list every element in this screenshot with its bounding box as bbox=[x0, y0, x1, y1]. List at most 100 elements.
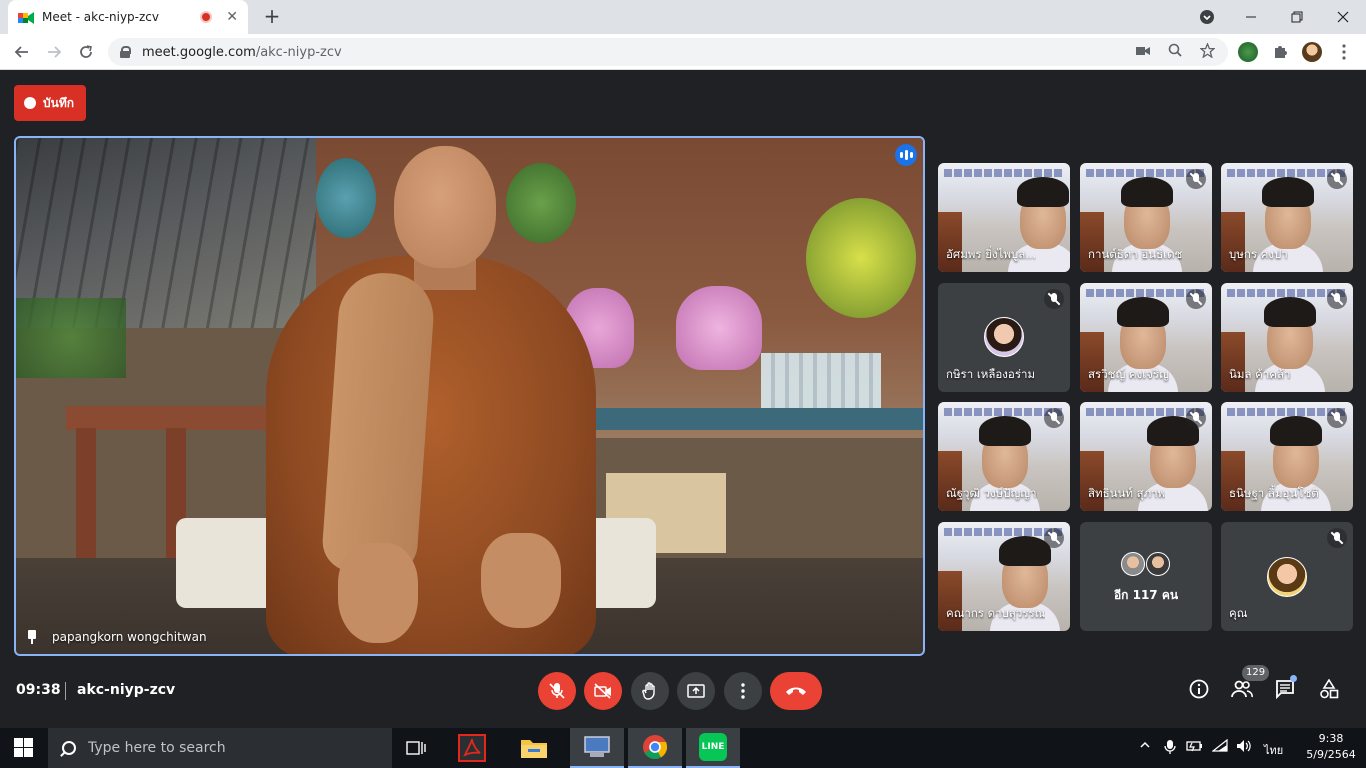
tab-title: Meet - akc-niyp-zcv bbox=[42, 10, 159, 24]
taskbar-search-box[interactable]: Type here to search bbox=[48, 728, 392, 768]
mic-off-icon bbox=[549, 683, 565, 699]
extension-globe-icon[interactable] bbox=[1238, 42, 1258, 62]
tab-close-button[interactable]: ✕ bbox=[226, 9, 238, 25]
hand-icon bbox=[642, 682, 655, 700]
acrobat-reader-icon[interactable] bbox=[448, 728, 496, 768]
participant-name: คุณ bbox=[1229, 606, 1248, 620]
search-icon bbox=[62, 741, 76, 755]
info-icon bbox=[1189, 679, 1209, 699]
browser-toolbar: meet.google.com/akc-niyp-zcv bbox=[0, 34, 1366, 70]
windows-start-icon[interactable] bbox=[0, 728, 48, 768]
participant-name: กานต์ธิดา อินธิเดช bbox=[1088, 247, 1183, 261]
back-icon[interactable] bbox=[10, 40, 34, 64]
recording-button[interactable]: บันทึก bbox=[14, 85, 86, 121]
address-bar[interactable]: meet.google.com/akc-niyp-zcv bbox=[108, 38, 1228, 66]
profile-avatar[interactable] bbox=[1302, 42, 1322, 62]
show-everyone-button[interactable] bbox=[1229, 676, 1255, 702]
meet-stage: บันทึก papangkorn wongchitwan อัศมพร ยิ่… bbox=[0, 71, 1366, 728]
windows-taskbar: Type here to search LINE ไทย 9:38 5/9/25… bbox=[0, 728, 1366, 768]
mic-muted-icon bbox=[1186, 169, 1206, 189]
mic-muted-icon bbox=[1327, 169, 1347, 189]
restore-icon[interactable] bbox=[1274, 0, 1320, 34]
mic-muted-icon bbox=[1044, 528, 1064, 548]
task-view-icon[interactable] bbox=[392, 728, 440, 768]
record-icon bbox=[24, 97, 36, 109]
mic-muted-icon bbox=[1186, 408, 1206, 428]
tray-wifi-icon[interactable] bbox=[1211, 738, 1228, 757]
mic-muted-icon bbox=[1044, 408, 1064, 428]
mic-muted-icon bbox=[1327, 408, 1347, 428]
chrome-icon[interactable] bbox=[628, 728, 682, 768]
participant-tile[interactable]: กษิรา เหลืองอร่าม bbox=[938, 283, 1070, 392]
raise-hand-button[interactable] bbox=[631, 672, 669, 710]
tray-mic-icon[interactable] bbox=[1164, 739, 1176, 759]
tray-language[interactable]: ไทย bbox=[1264, 741, 1283, 759]
tray-battery-icon[interactable] bbox=[1186, 739, 1204, 757]
extensions-puzzle-icon[interactable] bbox=[1270, 42, 1290, 62]
minimize-icon[interactable] bbox=[1228, 0, 1274, 34]
camera-in-use-icon[interactable] bbox=[1134, 43, 1152, 61]
participant-tile[interactable]: กานต์ธิดา อินธิเดช bbox=[1080, 163, 1212, 272]
participant-name: นิมล ค้าคล้า bbox=[1229, 367, 1291, 381]
zoom-icon[interactable] bbox=[1166, 43, 1184, 61]
line-app-icon[interactable]: LINE bbox=[686, 728, 740, 768]
participant-tile[interactable]: ณัฐวุฒิ วงษ์ปัญญา bbox=[938, 402, 1070, 511]
self-tile[interactable]: คุณ bbox=[1221, 522, 1353, 631]
meeting-details-button[interactable] bbox=[1186, 676, 1212, 702]
browser-tab-strip: Meet - akc-niyp-zcv ✕ + bbox=[0, 0, 1366, 34]
participant-tile[interactable]: สิทธินนท์ สุภาพ bbox=[1080, 402, 1212, 511]
participant-tile[interactable]: นิมล ค้าคล้า bbox=[1221, 283, 1353, 392]
participant-name: ธนิษฐา ลิ้มอุนโชติ bbox=[1229, 486, 1319, 500]
meeting-controls-bar: 09:38 akc-niyp-zcv 129 bbox=[0, 665, 1366, 728]
url-host: meet.google.com bbox=[142, 44, 256, 60]
participant-tile[interactable]: สรวิชญ์ คงเจริญ bbox=[1080, 283, 1212, 392]
more-participants-tile[interactable]: อีก 117 คน bbox=[1080, 522, 1212, 631]
main-speaker-video[interactable]: papangkorn wongchitwan bbox=[14, 136, 925, 656]
participant-name: อัศมพร ยิ่งไพบูล... bbox=[946, 247, 1037, 261]
new-tab-button[interactable]: + bbox=[260, 5, 284, 29]
remote-desktop-icon[interactable] bbox=[570, 728, 624, 768]
taskbar-search-placeholder: Type here to search bbox=[88, 740, 226, 756]
meeting-code: akc-niyp-zcv bbox=[77, 682, 176, 698]
mic-off-button[interactable] bbox=[538, 672, 576, 710]
meet-favicon-icon bbox=[18, 10, 34, 24]
more-options-button[interactable] bbox=[724, 672, 762, 710]
mic-muted-icon bbox=[1044, 289, 1064, 309]
browser-tab-meet[interactable]: Meet - akc-niyp-zcv ✕ bbox=[8, 0, 248, 34]
participant-name: สิทธินนท์ สุภาพ bbox=[1088, 486, 1166, 500]
participant-tile[interactable]: อัศมพร ยิ่งไพบูล... bbox=[938, 163, 1070, 272]
forward-icon[interactable] bbox=[42, 40, 66, 64]
participant-name: กษิรา เหลืองอร่าม bbox=[946, 367, 1036, 381]
leave-call-button[interactable] bbox=[770, 672, 822, 710]
reload-icon[interactable] bbox=[74, 40, 98, 64]
pin-icon[interactable] bbox=[26, 630, 38, 644]
tray-overflow-icon[interactable] bbox=[1140, 739, 1150, 754]
close-window-icon[interactable] bbox=[1320, 0, 1366, 34]
participant-tile[interactable]: ธนิษฐา ลิ้มอุนโชติ bbox=[1221, 402, 1353, 511]
tray-date: 5/9/2564 bbox=[1306, 748, 1356, 761]
main-participant-name: papangkorn wongchitwan bbox=[52, 630, 207, 644]
browser-menu-icon[interactable] bbox=[1334, 42, 1354, 62]
lock-icon bbox=[120, 46, 131, 58]
avatar bbox=[1146, 552, 1170, 576]
chat-unread-dot bbox=[1290, 675, 1297, 682]
record-label: บันทึก bbox=[43, 95, 74, 110]
participant-tile[interactable]: คณากร ดาบสุวรรณ bbox=[938, 522, 1070, 631]
camera-off-button[interactable] bbox=[584, 672, 622, 710]
people-icon bbox=[1231, 680, 1253, 698]
bookmark-star-icon[interactable] bbox=[1198, 42, 1216, 61]
avatar bbox=[1121, 552, 1145, 576]
tray-time: 9:38 bbox=[1318, 732, 1344, 745]
tray-volume-icon[interactable] bbox=[1236, 739, 1252, 757]
activities-button[interactable] bbox=[1316, 676, 1342, 702]
tray-clock[interactable]: 9:38 5/9/2564 bbox=[1302, 731, 1360, 763]
chat-icon bbox=[1276, 680, 1294, 699]
mic-muted-icon bbox=[1327, 289, 1347, 309]
participant-name: สรวิชญ์ คงเจริญ bbox=[1088, 367, 1169, 381]
present-screen-button[interactable] bbox=[677, 672, 715, 710]
file-explorer-icon[interactable] bbox=[510, 728, 558, 768]
participant-tile[interactable]: บุษกร คงปา bbox=[1221, 163, 1353, 272]
tab-search-icon[interactable] bbox=[1184, 0, 1230, 34]
more-participants-label: อีก 117 คน bbox=[1113, 588, 1179, 602]
meeting-clock: 09:38 bbox=[16, 682, 61, 698]
